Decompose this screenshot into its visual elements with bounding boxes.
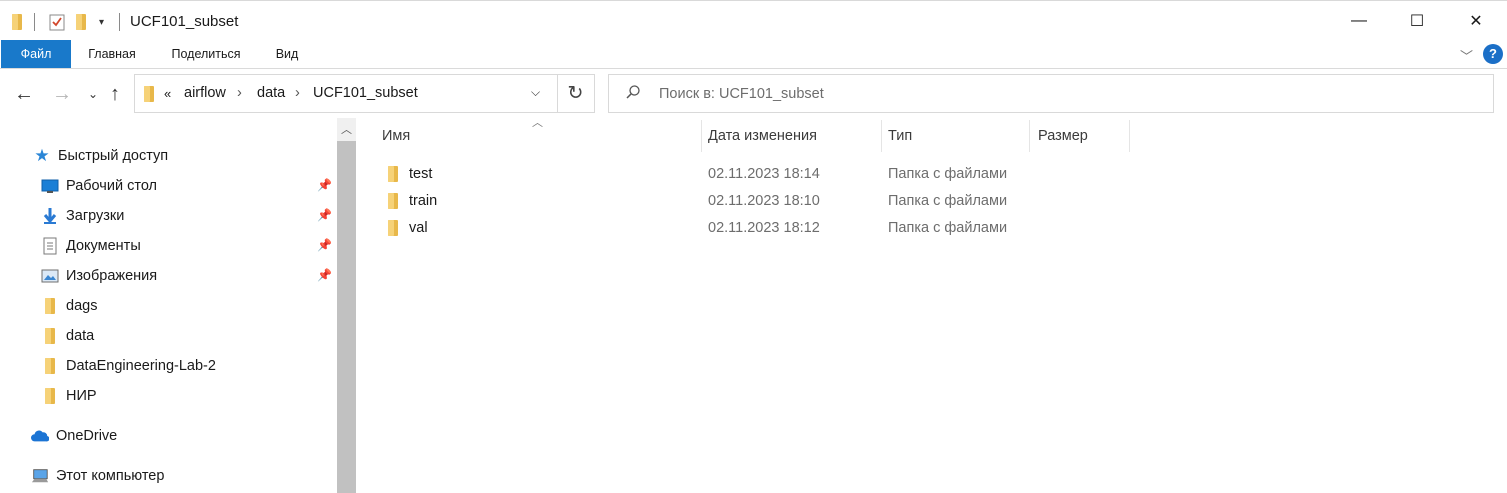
- pictures-icon: [41, 267, 59, 285]
- search-box[interactable]: Поиск в: UCF101_subset: [608, 74, 1494, 113]
- customize-toolbar-icon[interactable]: ▾: [99, 11, 104, 33]
- new-folder-icon[interactable]: [74, 11, 88, 33]
- sidebar-item-downloads[interactable]: Загрузки: [41, 204, 124, 228]
- sidebar-item-label: Быстрый доступ: [58, 148, 169, 164]
- column-divider[interactable]: [1029, 120, 1030, 152]
- folder-icon: [41, 357, 59, 375]
- sidebar-item-pictures[interactable]: Изображения: [41, 264, 157, 288]
- quick-access-folder-icon[interactable]: [10, 11, 24, 33]
- breadcrumb-overflow[interactable]: «: [164, 86, 171, 101]
- file-row-val[interactable]: val 02.11.2023 18:12 Папка с файлами: [380, 216, 1140, 242]
- file-row-train[interactable]: train 02.11.2023 18:10 Папка с файлами: [380, 189, 1140, 215]
- file-type: Папка с файлами: [888, 220, 1008, 236]
- title-bar: ▾ UCF101_subset — ☐ ✕: [0, 0, 1507, 40]
- column-divider[interactable]: [881, 120, 882, 152]
- file-date: 02.11.2023 18:12: [708, 220, 820, 236]
- minimize-button[interactable]: —: [1330, 1, 1388, 41]
- help-icon[interactable]: ?: [1483, 44, 1503, 64]
- sidebar-item-label: Документы: [66, 238, 141, 254]
- sidebar-item-label: Рабочий стол: [66, 178, 158, 194]
- breadcrumb-separator-icon: ›: [295, 85, 300, 101]
- pin-icon[interactable]: 📌: [317, 178, 332, 192]
- sidebar-item-label: dags: [66, 298, 98, 314]
- tab-view[interactable]: Вид: [268, 40, 306, 68]
- sidebar-item-label: Изображения: [66, 268, 158, 284]
- toolbar-separator: [34, 13, 35, 31]
- column-divider[interactable]: [1129, 120, 1130, 152]
- file-name: val: [409, 220, 428, 236]
- sidebar-item-label: DataEngineering-Lab-2: [66, 358, 216, 374]
- forward-arrow-icon[interactable]: →: [52, 82, 72, 106]
- folder-icon: [41, 327, 59, 345]
- properties-icon[interactable]: [48, 11, 66, 33]
- breadcrumb-separator-icon: ›: [237, 85, 242, 101]
- cloud-icon: [31, 427, 49, 445]
- pin-icon[interactable]: 📌: [317, 268, 332, 282]
- column-divider[interactable]: [701, 120, 702, 152]
- column-header-size[interactable]: Размер: [1038, 128, 1088, 144]
- sidebar-item-desktop[interactable]: Рабочий стол: [41, 174, 157, 198]
- sidebar-item-dags[interactable]: dags: [41, 294, 97, 318]
- address-folder-icon: [142, 85, 156, 103]
- computer-icon: [31, 467, 49, 485]
- address-dropdown-chevron-icon[interactable]: ⌵: [531, 85, 540, 100]
- folder-icon: [41, 297, 59, 315]
- tab-share[interactable]: Поделиться: [163, 40, 249, 68]
- close-button[interactable]: ✕: [1447, 1, 1505, 41]
- sidebar-item-data[interactable]: data: [41, 324, 94, 348]
- sidebar-item-label: Этот компьютер: [56, 468, 165, 484]
- recent-locations-chevron-icon[interactable]: ⌄: [88, 82, 98, 106]
- sidebar-item-dataengineering-lab-2[interactable]: DataEngineering-Lab-2: [41, 354, 216, 378]
- sidebar-item-this-pc[interactable]: Этот компьютер: [31, 464, 164, 488]
- search-input[interactable]: Поиск в: UCF101_subset: [659, 86, 824, 102]
- sidebar-item-onedrive[interactable]: OneDrive: [31, 424, 117, 448]
- scroll-up-chevron-icon[interactable]: ︿: [337, 120, 356, 140]
- sidebar-item-label: Загрузки: [66, 208, 125, 224]
- documents-icon: [41, 237, 59, 255]
- breadcrumb-ucf101-subset[interactable]: UCF101_subset: [313, 85, 418, 101]
- tab-home[interactable]: Главная: [80, 40, 144, 68]
- column-header-name[interactable]: Имя: [382, 128, 410, 144]
- maximize-button[interactable]: ☐: [1388, 1, 1446, 41]
- star-icon: ★: [34, 146, 50, 165]
- title-separator: [119, 13, 120, 31]
- sort-ascending-icon: ︿: [532, 117, 543, 129]
- pin-icon[interactable]: 📌: [317, 208, 332, 222]
- pin-icon[interactable]: 📌: [317, 238, 332, 252]
- download-icon: [41, 207, 59, 225]
- folder-icon: [386, 165, 400, 186]
- file-name: test: [409, 166, 433, 182]
- sidebar-item-label: data: [66, 328, 95, 344]
- expand-ribbon-icon[interactable]: ﹀: [1460, 46, 1473, 65]
- sidebar-item-documents[interactable]: Документы: [41, 234, 141, 258]
- refresh-icon[interactable]: ↻: [557, 74, 595, 113]
- breadcrumb-airflow[interactable]: airflow: [184, 85, 226, 101]
- file-name: train: [409, 193, 438, 209]
- sidebar-item-label: НИР: [66, 388, 97, 404]
- file-row-test[interactable]: test 02.11.2023 18:14 Папка с файлами: [380, 162, 1140, 188]
- sidebar-item-quick-access[interactable]: ★ Быстрый доступ: [33, 144, 168, 168]
- tab-file[interactable]: Файл: [1, 40, 71, 68]
- back-arrow-icon[interactable]: ←: [14, 82, 34, 106]
- address-bar[interactable]: « airflow › data › UCF101_subset ⌵: [134, 74, 558, 113]
- up-arrow-icon[interactable]: ↑: [110, 82, 120, 106]
- file-type: Папка с файлами: [888, 166, 1008, 182]
- sidebar-scrollbar-thumb[interactable]: [337, 141, 356, 493]
- folder-icon: [41, 387, 59, 405]
- breadcrumb-data[interactable]: data: [257, 85, 285, 101]
- sidebar-item-label: OneDrive: [56, 428, 118, 444]
- column-header-type[interactable]: Тип: [888, 128, 912, 144]
- desktop-icon: [41, 177, 59, 195]
- folder-icon: [386, 219, 400, 240]
- column-header-date[interactable]: Дата изменения: [708, 128, 817, 144]
- file-date: 02.11.2023 18:14: [708, 166, 820, 182]
- search-icon: [625, 84, 641, 105]
- file-date: 02.11.2023 18:10: [708, 193, 820, 209]
- folder-icon: [386, 192, 400, 213]
- sidebar-item-nir[interactable]: НИР: [41, 384, 97, 408]
- window-title: UCF101_subset: [130, 13, 239, 30]
- file-type: Папка с файлами: [888, 193, 1008, 209]
- ribbon-tabs: Файл Главная Поделиться Вид ﹀ ?: [0, 40, 1507, 69]
